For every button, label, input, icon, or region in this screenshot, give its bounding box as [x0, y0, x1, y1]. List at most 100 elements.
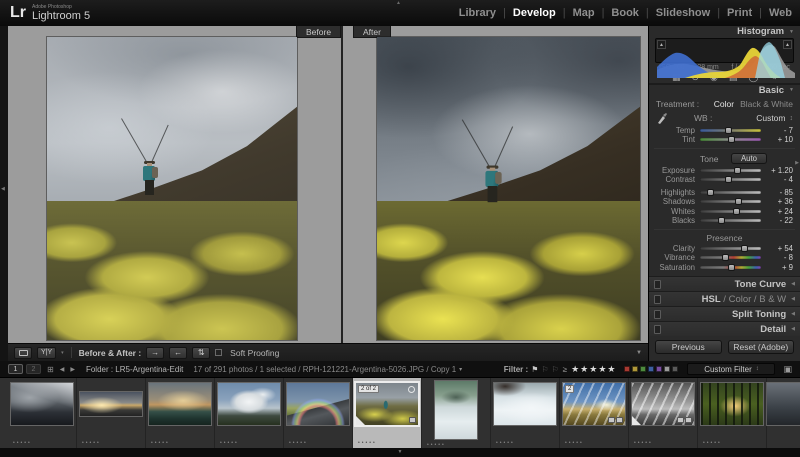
slider-track-contrast[interactable] [700, 178, 761, 181]
color-label-chip[interactable] [648, 366, 654, 372]
grid-view-icon[interactable]: ⊞ [47, 365, 54, 374]
next-photo-icon[interactable]: ▶ [70, 366, 75, 373]
color-label-chip[interactable] [672, 366, 678, 372]
top-panel-collapse-icon[interactable]: ▲ [396, 0, 401, 6]
star-filter-icon[interactable]: ★ [589, 364, 598, 374]
filmstrip-collapse-icon[interactable]: ▼ [398, 450, 403, 455]
toolbar-disclosure-icon[interactable]: ▼ [636, 350, 642, 356]
slider-knob[interactable] [728, 136, 735, 143]
histogram-header[interactable]: Histogram ▼ [649, 26, 800, 37]
rating-operator[interactable]: ≥ [563, 365, 567, 374]
filmstrip-source-icon[interactable]: ▣ [783, 364, 792, 375]
filmstrip-cell-2[interactable]: ••••• [77, 378, 146, 448]
color-label-chip[interactable] [656, 366, 662, 372]
treatment-bw-option[interactable]: Black & White [740, 99, 793, 109]
thumbnail[interactable]: 2 of 2 [356, 383, 418, 425]
adjustment-badge-icon[interactable] [409, 417, 416, 423]
filmstrip-cell-6[interactable]: 2 of 2••••• [353, 378, 422, 448]
panel-expand-icon[interactable]: ◀ [791, 326, 795, 332]
slider-track-saturation[interactable] [700, 266, 761, 269]
filmstrip-cell-11[interactable]: ••••• [698, 378, 767, 448]
color-label-chip[interactable] [664, 366, 670, 372]
flag-picked-filter-icon[interactable]: ⚑ [531, 365, 538, 374]
panel-toggle[interactable] [654, 280, 661, 289]
basic-header[interactable]: Basic ▼ [649, 84, 800, 96]
selection-info[interactable]: 17 of 291 photos / 1 selected / RPH-1212… [193, 365, 456, 374]
slider-knob[interactable] [741, 245, 748, 252]
filter-preset-dropdown[interactable]: Custom Filter ↕ [687, 363, 775, 375]
soft-proofing-checkbox[interactable] [215, 349, 222, 356]
left-panel-collapse-icon[interactable]: ◀ [1, 186, 5, 192]
left-panel-collapsed[interactable]: ◀ [0, 26, 8, 361]
wb-dropdown-icon[interactable]: ↕ [790, 115, 794, 122]
slider-track-tint[interactable] [700, 138, 761, 141]
module-book[interactable]: Book [611, 7, 639, 19]
panel-section-hsl[interactable]: HSL / Color / B & W◀ [649, 291, 800, 306]
thumbnail[interactable] [701, 383, 763, 425]
before-after-view-button[interactable]: Y|Y [37, 347, 56, 359]
slider-knob[interactable] [725, 127, 732, 134]
filmstrip-cell-4[interactable]: ••••• [215, 378, 284, 448]
histogram[interactable]: ▲ ▲ [655, 38, 794, 63]
histogram-collapse-icon[interactable]: ▼ [789, 29, 794, 35]
panel-section-split-toning[interactable]: Split Toning◀ [649, 306, 800, 321]
thumbnail[interactable]: 2 [563, 383, 625, 425]
slider-track-whites[interactable] [700, 210, 761, 213]
star-filter-icon[interactable]: ★ [571, 364, 580, 374]
adjustment-badge-icon[interactable] [608, 417, 615, 423]
star-filter-icon[interactable]: ★ [580, 364, 589, 374]
swap-before-after-button[interactable]: ⇅ [192, 347, 210, 359]
panel-section-tone-curve[interactable]: Tone Curve◀ [649, 276, 800, 291]
filmstrip-cell-3[interactable]: ••••• [146, 378, 215, 448]
panel-toggle[interactable] [654, 325, 661, 334]
filmstrip-cell-7[interactable]: ••••• [422, 378, 491, 448]
thumbnail[interactable] [287, 383, 349, 425]
thumbnail[interactable] [149, 383, 211, 425]
after-image[interactable] [377, 37, 640, 340]
thumbnail[interactable] [435, 381, 477, 439]
star-filter-icon[interactable]: ★ [607, 364, 616, 374]
slider-track-highlights[interactable] [700, 191, 761, 194]
filmstrip-cell-1[interactable]: ••••• [8, 378, 77, 448]
thumbnail[interactable] [11, 383, 73, 425]
thumbnail[interactable] [80, 392, 142, 416]
panel-expand-icon[interactable]: ◀ [791, 311, 795, 317]
filmstrip-cell-9[interactable]: 2••••• [560, 378, 629, 448]
module-map[interactable]: Map [573, 7, 595, 19]
slider-track-temp[interactable] [700, 129, 761, 132]
slider-track-shadows[interactable] [700, 200, 761, 203]
thumbnail[interactable] [218, 383, 280, 425]
loupe-view-button[interactable] [14, 347, 32, 359]
source-breadcrumb[interactable]: Folder : LR5-Argentina-Edit [86, 365, 183, 374]
before-image[interactable] [47, 37, 297, 340]
thumbnail[interactable] [767, 383, 800, 425]
primary-window-button[interactable]: 1 [8, 364, 23, 374]
module-web[interactable]: Web [769, 7, 792, 19]
view-dropdown-icon[interactable]: ▾ [61, 350, 64, 356]
slider-track-exposure[interactable] [700, 169, 761, 172]
secondary-window-button[interactable]: 2 [26, 364, 41, 374]
color-label-chip[interactable] [624, 366, 630, 372]
filmstrip-cell-12[interactable] [767, 378, 800, 448]
module-slideshow[interactable]: Slideshow [656, 7, 710, 19]
copy-before-to-after-button[interactable]: → [146, 347, 164, 359]
thumbnail[interactable] [494, 383, 556, 425]
filmstrip-cell-10[interactable]: ••••• [629, 378, 698, 448]
slider-track-blacks[interactable] [700, 219, 761, 222]
color-label-chip[interactable] [640, 366, 646, 372]
treatment-color-option[interactable]: Color [714, 99, 734, 109]
adjustment-badge-icon[interactable] [677, 417, 684, 423]
previous-photo-icon[interactable]: ◀ [60, 366, 65, 373]
slider-knob[interactable] [725, 176, 732, 183]
stack-badge[interactable]: 2 [565, 385, 574, 393]
thumbnail[interactable] [632, 383, 694, 425]
slider-knob[interactable] [728, 264, 735, 271]
wb-value-dropdown[interactable]: Custom [756, 113, 785, 123]
filmstrip-cell-8[interactable]: ••••• [491, 378, 560, 448]
wb-eyedropper-icon[interactable] [656, 112, 668, 125]
module-library[interactable]: Library [459, 7, 496, 19]
panel-toggle[interactable] [654, 310, 661, 319]
panel-section-detail[interactable]: Detail◀ [649, 321, 800, 336]
panel-expand-icon[interactable]: ◀ [791, 296, 795, 302]
slider-knob[interactable] [707, 189, 714, 196]
